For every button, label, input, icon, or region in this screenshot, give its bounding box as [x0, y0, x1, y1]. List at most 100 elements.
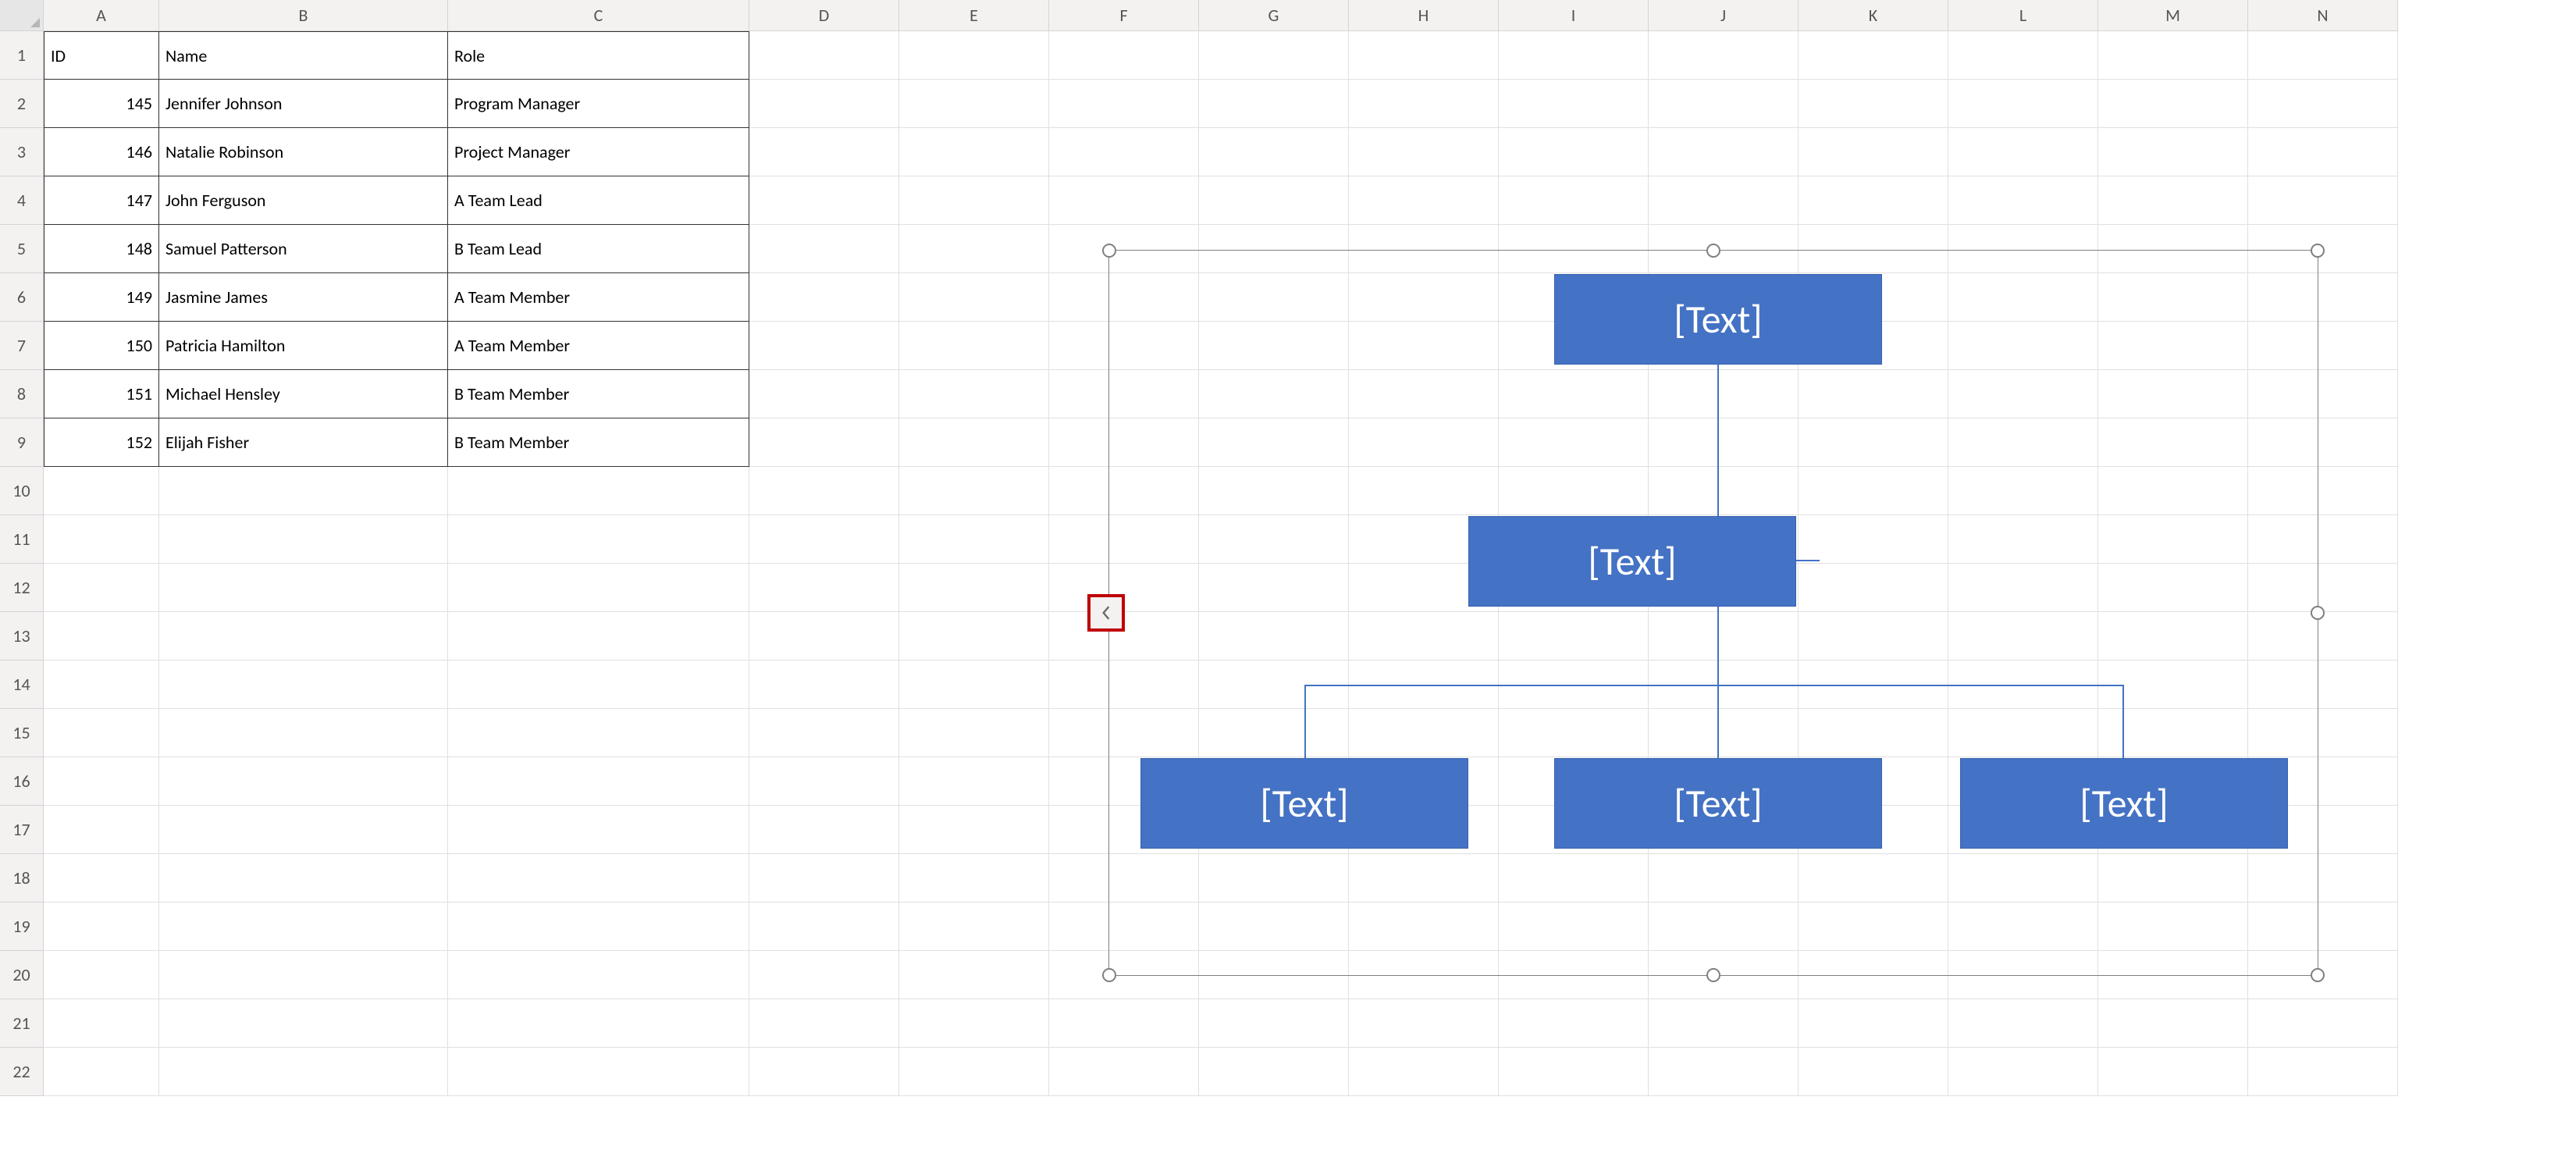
cell-D9[interactable]	[749, 418, 899, 467]
cell-A3[interactable]: 146	[44, 128, 159, 176]
cell-C21[interactable]	[448, 999, 749, 1048]
cell-H3[interactable]	[1349, 128, 1499, 176]
resize-handle-nw[interactable]	[1102, 244, 1116, 258]
cell-C2[interactable]: Program Manager	[448, 80, 749, 128]
cell-E2[interactable]	[899, 80, 1049, 128]
cell-B21[interactable]	[159, 999, 448, 1048]
cell-E4[interactable]	[899, 176, 1049, 225]
cell-E18[interactable]	[899, 854, 1049, 903]
cell-E19[interactable]	[899, 903, 1049, 951]
cell-C11[interactable]	[448, 515, 749, 564]
cell-D6[interactable]	[749, 273, 899, 322]
column-header-N[interactable]: N	[2248, 0, 2398, 31]
cell-M2[interactable]	[2098, 80, 2248, 128]
org-node-child-3[interactable]: [Text]	[1960, 758, 2288, 849]
cell-B14[interactable]	[159, 660, 448, 709]
cell-A5[interactable]: 148	[44, 225, 159, 273]
cell-E11[interactable]	[899, 515, 1049, 564]
cell-B1[interactable]: Name	[159, 31, 448, 80]
row-header-14[interactable]: 14	[0, 660, 44, 709]
row-header-17[interactable]: 17	[0, 806, 44, 854]
cell-H4[interactable]	[1349, 176, 1499, 225]
cell-C22[interactable]	[448, 1048, 749, 1096]
cell-E1[interactable]	[899, 31, 1049, 80]
cell-J1[interactable]	[1649, 31, 1799, 80]
cell-M1[interactable]	[2098, 31, 2248, 80]
cell-B2[interactable]: Jennifer Johnson	[159, 80, 448, 128]
cell-A18[interactable]	[44, 854, 159, 903]
cell-F21[interactable]	[1049, 999, 1199, 1048]
cell-A20[interactable]	[44, 951, 159, 999]
cell-J22[interactable]	[1649, 1048, 1799, 1096]
cell-H1[interactable]	[1349, 31, 1499, 80]
cell-K4[interactable]	[1799, 176, 1948, 225]
row-header-16[interactable]: 16	[0, 757, 44, 806]
row-header-12[interactable]: 12	[0, 564, 44, 612]
cell-A1[interactable]: ID	[44, 31, 159, 80]
cell-B9[interactable]: Elijah Fisher	[159, 418, 448, 467]
cell-G21[interactable]	[1199, 999, 1349, 1048]
column-header-H[interactable]: H	[1349, 0, 1499, 31]
cell-G2[interactable]	[1199, 80, 1349, 128]
cell-D19[interactable]	[749, 903, 899, 951]
cell-M3[interactable]	[2098, 128, 2248, 176]
row-header-19[interactable]: 19	[0, 903, 44, 951]
row-header-7[interactable]: 7	[0, 322, 44, 370]
cell-F2[interactable]	[1049, 80, 1199, 128]
cell-F3[interactable]	[1049, 128, 1199, 176]
cell-C12[interactable]	[448, 564, 749, 612]
cell-C14[interactable]	[448, 660, 749, 709]
cell-B20[interactable]	[159, 951, 448, 999]
smartart-text-pane-toggle[interactable]	[1087, 594, 1125, 632]
cell-B7[interactable]: Patricia Hamilton	[159, 322, 448, 370]
cell-C20[interactable]	[448, 951, 749, 999]
cell-I2[interactable]	[1499, 80, 1649, 128]
resize-handle-sw[interactable]	[1102, 968, 1116, 982]
cell-E14[interactable]	[899, 660, 1049, 709]
cell-A19[interactable]	[44, 903, 159, 951]
cell-E17[interactable]	[899, 806, 1049, 854]
cell-J21[interactable]	[1649, 999, 1799, 1048]
cell-H2[interactable]	[1349, 80, 1499, 128]
cell-B5[interactable]: Samuel Patterson	[159, 225, 448, 273]
cell-D16[interactable]	[749, 757, 899, 806]
cell-G4[interactable]	[1199, 176, 1349, 225]
cell-A9[interactable]: 152	[44, 418, 159, 467]
cell-D18[interactable]	[749, 854, 899, 903]
cell-B12[interactable]	[159, 564, 448, 612]
cell-C4[interactable]: A Team Lead	[448, 176, 749, 225]
cell-C3[interactable]: Project Manager	[448, 128, 749, 176]
cell-C16[interactable]	[448, 757, 749, 806]
cell-N4[interactable]	[2248, 176, 2398, 225]
resize-handle-ne[interactable]	[2311, 244, 2325, 258]
column-header-A[interactable]: A	[44, 0, 159, 31]
cell-E6[interactable]	[899, 273, 1049, 322]
cell-H22[interactable]	[1349, 1048, 1499, 1096]
column-header-E[interactable]: E	[899, 0, 1049, 31]
cell-A13[interactable]	[44, 612, 159, 660]
row-header-15[interactable]: 15	[0, 709, 44, 757]
row-header-3[interactable]: 3	[0, 128, 44, 176]
cell-D12[interactable]	[749, 564, 899, 612]
cell-D15[interactable]	[749, 709, 899, 757]
cell-F1[interactable]	[1049, 31, 1199, 80]
cell-C17[interactable]	[448, 806, 749, 854]
row-header-11[interactable]: 11	[0, 515, 44, 564]
cell-A16[interactable]	[44, 757, 159, 806]
row-header-22[interactable]: 22	[0, 1048, 44, 1096]
cell-E15[interactable]	[899, 709, 1049, 757]
cell-J3[interactable]	[1649, 128, 1799, 176]
cell-J2[interactable]	[1649, 80, 1799, 128]
cell-B22[interactable]	[159, 1048, 448, 1096]
column-header-K[interactable]: K	[1799, 0, 1948, 31]
row-header-18[interactable]: 18	[0, 854, 44, 903]
column-header-F[interactable]: F	[1049, 0, 1199, 31]
cell-A4[interactable]: 147	[44, 176, 159, 225]
cell-M22[interactable]	[2098, 1048, 2248, 1096]
cell-A7[interactable]: 150	[44, 322, 159, 370]
cell-E20[interactable]	[899, 951, 1049, 999]
cell-L2[interactable]	[1948, 80, 2098, 128]
column-header-B[interactable]: B	[159, 0, 448, 31]
cell-C15[interactable]	[448, 709, 749, 757]
cell-D2[interactable]	[749, 80, 899, 128]
